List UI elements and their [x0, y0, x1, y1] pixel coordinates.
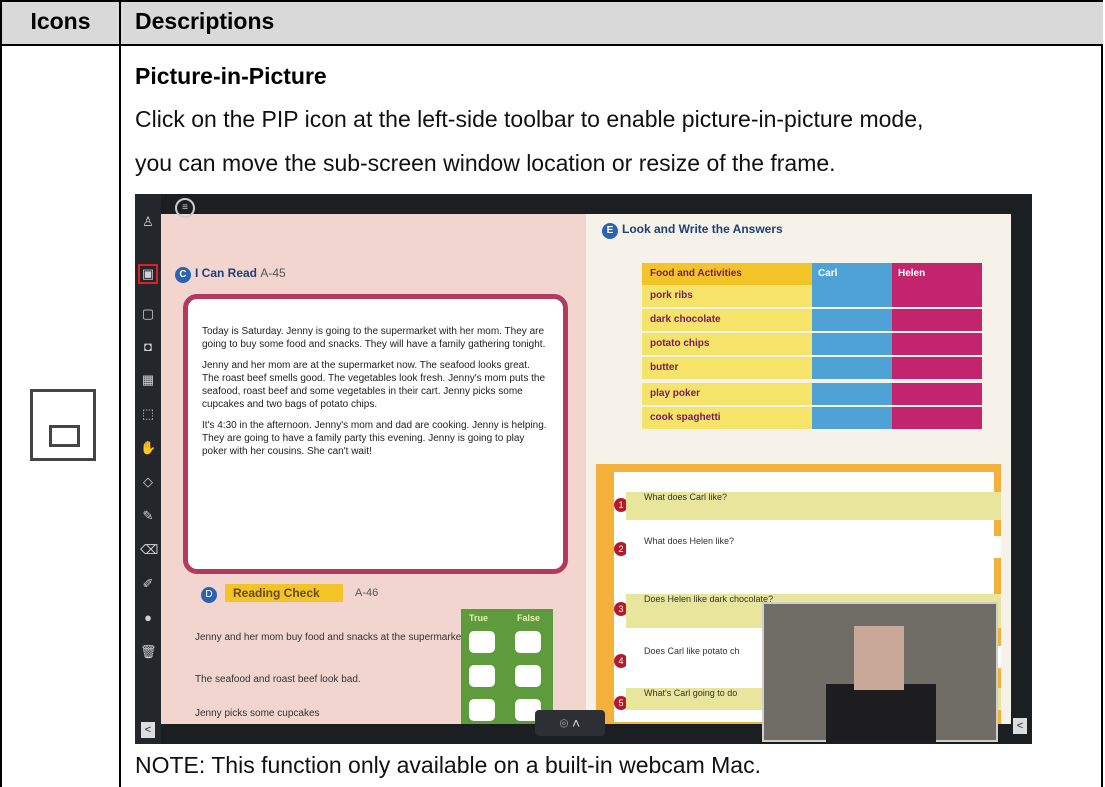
true-false-board: True False [461, 609, 553, 724]
reading-passage: Today is Saturday. Jenny is going to the… [183, 294, 568, 574]
palette-icon[interactable]: ● [140, 610, 156, 626]
reading-paragraph: Jenny and her mom are at the supermarket… [202, 360, 546, 410]
highlighter-icon[interactable]: ✐ [140, 576, 156, 592]
fullscreen-icon[interactable]: ▢ [140, 306, 156, 322]
reading-paragraph: Today is Saturday. Jenny is going to the… [202, 326, 546, 350]
table-row: dark chocolate [642, 309, 812, 331]
section-title: Picture-in-Picture [135, 63, 327, 89]
true-label: True [469, 613, 489, 623]
section-e-title: E Look and Write the Answers [602, 222, 783, 239]
header-descriptions: Descriptions [135, 8, 275, 34]
table-row: butter [642, 357, 812, 379]
left-page: CI Can Read A-45 Today is Saturday. Jenn… [161, 214, 586, 724]
select-region-icon[interactable]: ⬚ [140, 406, 156, 422]
table-header-carl: Carl [812, 263, 892, 285]
table-row: pork ribs [642, 285, 812, 307]
food-activities-table: Food and Activities Carl Helen pork ribs… [612, 249, 994, 449]
trash-icon[interactable]: 🗑 [140, 644, 157, 660]
grid-icon[interactable]: ▦ [140, 372, 156, 388]
question: What does Carl like? [626, 492, 1001, 520]
table-header: Icons Descriptions [2, 0, 1103, 46]
pip-toolbar-icon[interactable]: ▣ [138, 264, 158, 284]
table-row: potato chips [642, 333, 812, 355]
spotlight-icon[interactable]: ◘ [140, 339, 156, 355]
menu-icon[interactable]: ≡ [175, 198, 195, 218]
picture-in-picture-icon [30, 389, 96, 461]
section-c-title: CI Can Read A-45 [175, 266, 286, 283]
collapse-right-icon[interactable]: < [1013, 718, 1027, 734]
app-screenshot: ♙ ▣ ▢ ◘ ▦ ⬚ ✋ ◇ ✎ ⌫ ✐ ● 🗑 CI Can Read A-… [135, 194, 1032, 744]
header-icons: Icons [30, 8, 91, 34]
table-header-food: Food and Activities [642, 263, 812, 285]
table-row: cook spaghetti [642, 407, 812, 429]
note-text: NOTE: This function only available on a … [135, 752, 761, 778]
reading-paragraph: It's 4:30 in the afternoon. Jenny's mom … [202, 420, 547, 457]
icon-description-table: Icons Descriptions Picture-in-Picture Cl… [0, 0, 1103, 787]
statement: Jenny picks some cupcakes [195, 708, 320, 719]
reading-check-title: Reading Check [225, 584, 343, 602]
description-line-1: Click on the PIP icon at the left-side t… [135, 106, 924, 132]
left-toolbar: ♙ ▣ ▢ ◘ ▦ ⬚ ✋ ◇ ✎ ⌫ ✐ ● 🗑 [135, 194, 161, 744]
visualizer-icon[interactable]: ♙ [140, 214, 156, 230]
camera-icon[interactable]: ⌾ ˄ [535, 710, 605, 736]
statement: Jenny and her mom buy food and snacks at… [195, 632, 467, 643]
table-header-helen: Helen [892, 263, 982, 285]
hand-icon[interactable]: ✋ [140, 440, 156, 456]
description-line-2: you can move the sub-screen window locat… [135, 150, 836, 176]
shapes-icon[interactable]: ◇ [140, 474, 156, 490]
pip-webcam-window[interactable] [762, 602, 998, 742]
section-d-badge: D [201, 584, 221, 603]
false-label: False [517, 613, 541, 623]
statement: The seafood and roast beef look bad. [195, 674, 361, 685]
reading-check-code: A-46 [355, 587, 379, 599]
column-divider [119, 0, 121, 787]
pen-icon[interactable]: ✎ [140, 508, 156, 524]
table-row: play poker [642, 383, 812, 405]
question: What does Helen like? [626, 536, 1001, 558]
eraser-icon[interactable]: ⌫ [140, 542, 158, 558]
collapse-left-icon[interactable]: < [141, 722, 155, 738]
